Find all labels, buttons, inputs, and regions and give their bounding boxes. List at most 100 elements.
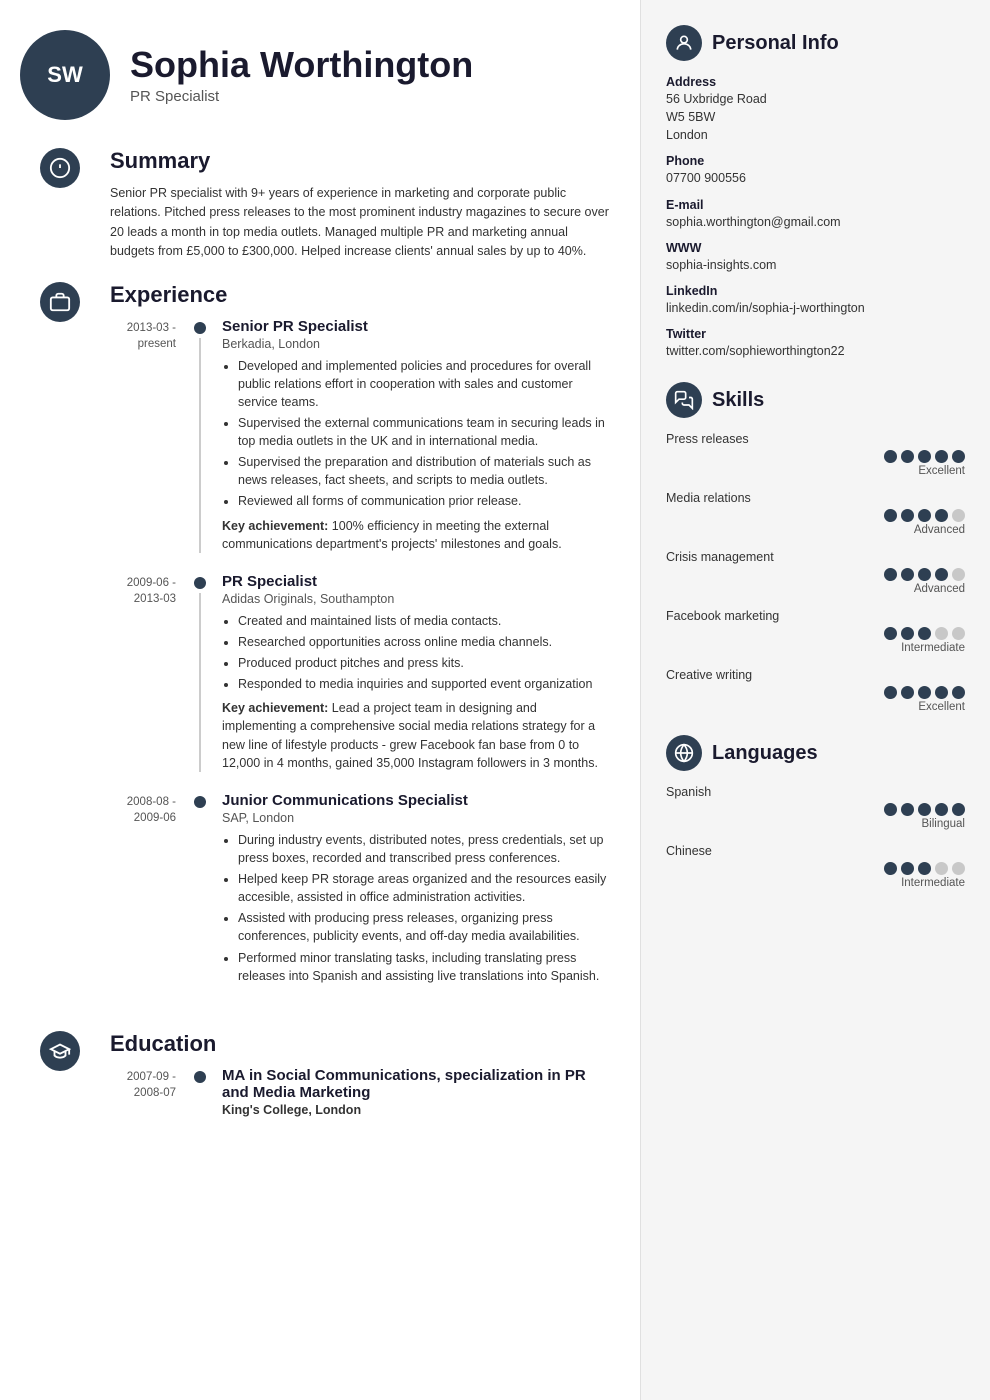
exp1-bullets: Developed and implemented policies and p… — [222, 357, 610, 511]
skill-dot-3-0 — [884, 627, 897, 640]
candidate-title: PR Specialist — [130, 88, 473, 105]
lang-dot-0-4 — [952, 803, 965, 816]
linkedin-label: LinkedIn — [666, 284, 965, 298]
exp2-bullet-4: Responded to media inquiries and support… — [238, 675, 610, 693]
edu1-body: MA in Social Communications, specializat… — [210, 1067, 610, 1117]
skill-dot-3-2 — [918, 627, 931, 640]
skill-dot-0-0 — [884, 450, 897, 463]
personal-info-icon — [666, 25, 702, 61]
experience-content: Experience 2013-03 - present Senior PR S… — [100, 282, 610, 1011]
exp1-bullet-1: Developed and implemented policies and p… — [238, 357, 610, 411]
edu1-dot-col — [190, 1067, 210, 1117]
edu1-dot — [194, 1071, 206, 1083]
exp3-dot — [194, 796, 206, 808]
education-icon — [40, 1031, 80, 1071]
skills-section: Skills Press releases Excellent Media rela… — [666, 382, 965, 713]
lang-dot-1-2 — [918, 862, 931, 875]
experience-icon — [40, 282, 80, 322]
skill-level-4: Excellent — [666, 701, 965, 713]
right-column: Personal Info Address 56 Uxbridge RoadW5… — [640, 0, 990, 1400]
lang-dot-0-2 — [918, 803, 931, 816]
exp3-dot-col — [190, 792, 210, 991]
linkedin-value: linkedin.com/in/sophia-j-worthington — [666, 299, 965, 317]
resume-container: SW Sophia Worthington PR Specialist Sum — [0, 0, 990, 1400]
exp1-bullet-4: Reviewed all forms of communication prio… — [238, 492, 610, 510]
lang-dots-0 — [666, 803, 965, 816]
twitter-label: Twitter — [666, 327, 965, 341]
skill-dot-2-4 — [952, 568, 965, 581]
experience-icon-col — [20, 282, 100, 1011]
skill-dot-1-2 — [918, 509, 931, 522]
exp1-achievement: Key achievement: 100% efficiency in meet… — [222, 517, 610, 553]
exp3-date: 2008-08 - 2009-06 — [110, 792, 190, 991]
skill-item-1: Media relationsAdvanced — [666, 491, 965, 536]
skill-name-3: Facebook marketing — [666, 609, 965, 623]
skill-dot-2-1 — [901, 568, 914, 581]
www-value: sophia-insights.com — [666, 256, 965, 274]
exp2-bullet-2: Researched opportunities across online m… — [238, 633, 610, 651]
skill-dot-4-4 — [952, 686, 965, 699]
exp1-line — [199, 338, 201, 553]
skills-list: Press releasesExcellentMedia relationsAd… — [666, 432, 965, 713]
summary-icon — [40, 148, 80, 188]
exp1-date: 2013-03 - present — [110, 318, 190, 553]
skill-item-4: Creative writingExcellent — [666, 668, 965, 713]
lang-dot-0-1 — [901, 803, 914, 816]
lang-level-0: Bilingual — [666, 818, 965, 830]
skill-name-0: Press releases — [666, 432, 965, 446]
lang-dot-1-0 — [884, 862, 897, 875]
exp2-title: PR Specialist — [222, 573, 610, 590]
summary-content: Summary Senior PR specialist with 9+ yea… — [100, 148, 610, 262]
summary-section: Summary Senior PR specialist with 9+ yea… — [20, 148, 610, 262]
languages-section: Languages SpanishBilingualChineseInterme… — [666, 735, 965, 889]
exp2-achievement: Key achievement: Lead a project team in … — [222, 699, 610, 772]
skill-dot-3-3 — [935, 627, 948, 640]
skill-dots-0 — [666, 450, 965, 463]
phone-block: Phone 07700 900556 — [666, 154, 965, 187]
exp2-date: 2009-06 - 2013-03 — [110, 573, 190, 772]
skill-dots-4 — [666, 686, 965, 699]
exp2-dot — [194, 577, 206, 589]
skill-dot-1-0 — [884, 509, 897, 522]
avatar: SW — [20, 30, 110, 120]
phone-value: 07700 900556 — [666, 169, 965, 187]
header-text: Sophia Worthington PR Specialist — [130, 45, 473, 106]
email-block: E-mail sophia.worthington@gmail.com — [666, 198, 965, 231]
exp2-bullet-3: Produced product pitches and press kits. — [238, 654, 610, 672]
lang-name-1: Chinese — [666, 844, 965, 858]
skills-title: Skills — [712, 389, 764, 412]
skill-name-2: Crisis management — [666, 550, 965, 564]
skills-header: Skills — [666, 382, 965, 418]
exp3-title: Junior Communications Specialist — [222, 792, 610, 809]
skill-dot-2-2 — [918, 568, 931, 581]
exp2-dot-col — [190, 573, 210, 772]
phone-label: Phone — [666, 154, 965, 168]
exp1-title: Senior PR Specialist — [222, 318, 610, 335]
skill-dot-4-1 — [901, 686, 914, 699]
skill-dot-4-0 — [884, 686, 897, 699]
skill-name-1: Media relations — [666, 491, 965, 505]
education-entry-1: 2007-09 - 2008-07 MA in Social Communica… — [110, 1067, 610, 1117]
www-label: WWW — [666, 241, 965, 255]
lang-dot-1-1 — [901, 862, 914, 875]
skill-dots-2 — [666, 568, 965, 581]
education-content: Education 2007-09 - 2008-07 MA in Social… — [100, 1031, 610, 1137]
education-icon-col — [20, 1031, 100, 1137]
education-section: Education 2007-09 - 2008-07 MA in Social… — [20, 1031, 610, 1137]
edu1-school: King's College, London — [222, 1103, 610, 1117]
skill-dot-0-4 — [952, 450, 965, 463]
skill-level-2: Advanced — [666, 583, 965, 595]
skills-icon — [666, 382, 702, 418]
exp3-bullet-2: Helped keep PR storage areas organized a… — [238, 870, 610, 906]
twitter-block: Twitter twitter.com/sophieworthington22 — [666, 327, 965, 360]
languages-list: SpanishBilingualChineseIntermediate — [666, 785, 965, 889]
twitter-value: twitter.com/sophieworthington22 — [666, 342, 965, 360]
lang-level-1: Intermediate — [666, 877, 965, 889]
email-value: sophia.worthington@gmail.com — [666, 213, 965, 231]
exp1-dot-col — [190, 318, 210, 553]
address-label: Address — [666, 75, 965, 89]
exp3-bullets: During industry events, distributed note… — [222, 831, 610, 985]
skill-dot-4-2 — [918, 686, 931, 699]
experience-title: Experience — [110, 282, 610, 308]
www-block: WWW sophia-insights.com — [666, 241, 965, 274]
